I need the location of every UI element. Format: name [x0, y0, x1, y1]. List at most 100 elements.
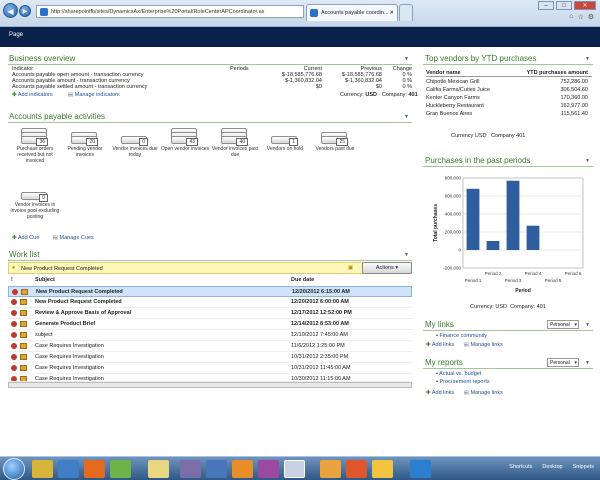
home-icon[interactable]: ⌂: [569, 13, 573, 21]
manage-links-link[interactable]: ▤ Manage links: [464, 342, 503, 348]
new-tab-button[interactable]: [399, 4, 413, 21]
priority-icon: [11, 299, 17, 305]
chevron-down-icon[interactable]: ▼: [585, 360, 590, 366]
add-links-link[interactable]: ✚ Add links: [426, 342, 454, 348]
work-list-header: ! Subject Due date: [11, 277, 315, 283]
envelope-icon: [20, 332, 27, 338]
cue-po-not-invoiced[interactable]: 36 Purchase orders received but not invo…: [9, 128, 61, 164]
alert-icon: ▣: [348, 265, 354, 271]
manage-links-link[interactable]: ▤ Manage links: [464, 390, 503, 396]
excel-icon[interactable]: [32, 460, 53, 478]
chevron-down-icon[interactable]: ▼: [404, 56, 409, 62]
report-item[interactable]: • Actual vs. budget: [436, 371, 481, 377]
personal-select[interactable]: Personal ▾: [547, 320, 579, 329]
app-icon[interactable]: [258, 460, 279, 478]
desktop-toolbar[interactable]: Desktop: [542, 464, 562, 470]
app-icon[interactable]: [180, 460, 201, 478]
info-icon: ●: [12, 265, 16, 271]
cue-invoices-due-today[interactable]: 0 Vendor invoices due today: [109, 128, 161, 158]
folder-icon[interactable]: [148, 460, 169, 478]
minimize-icon[interactable]: –: [538, 1, 554, 10]
priority-icon: [11, 354, 17, 360]
y-axis-label: Total purchases: [433, 204, 439, 242]
envelope-icon: [20, 354, 27, 360]
table-row[interactable]: New Product Request Completed 12/20/2012 …: [8, 286, 412, 297]
taskbar: Shortcuts Desktop Snippets: [0, 456, 600, 480]
my-links-title: My links: [425, 320, 454, 329]
chevron-down-icon[interactable]: ▼: [404, 114, 409, 120]
taskbar-toolbars: Shortcuts Desktop Snippets: [509, 464, 594, 470]
table-row[interactable]: New Product Request Completed 12/20/2012 …: [8, 297, 412, 308]
app-icon[interactable]: [320, 460, 341, 478]
shortcuts-toolbar[interactable]: Shortcuts: [509, 464, 532, 470]
chevron-down-icon[interactable]: ▼: [585, 56, 590, 62]
chevron-down-icon[interactable]: ▼: [404, 252, 409, 258]
table-row[interactable]: subject 12/10/2012 7:45:00 AM: [8, 330, 412, 341]
snippets-toolbar[interactable]: Snippets: [573, 464, 594, 470]
ribbon-bar: Page: [0, 27, 600, 47]
cue-vendors-past-due[interactable]: 25 Vendors past due: [309, 128, 361, 152]
y-tick-label: 600,000: [445, 194, 462, 199]
divider: [423, 330, 593, 331]
table-row[interactable]: Case Requires Investigation 10/31/2012 2:…: [8, 352, 412, 363]
tab-title: Accounts payable coordin...: [321, 10, 389, 16]
site-icon: [40, 8, 48, 16]
table-row[interactable]: Generate Product Brief 12/14/2012 8:53:00…: [8, 319, 412, 330]
add-links-link[interactable]: ✚ Add links: [426, 390, 454, 396]
document-stack-icon: 36: [21, 128, 49, 146]
cue-pending-vendor-invoices[interactable]: 20 Pending vendor invoices: [59, 128, 111, 158]
bar: [486, 241, 500, 250]
priority-icon: [12, 289, 18, 295]
maximize-icon[interactable]: □: [556, 1, 572, 10]
window-controls: – □ ✕: [538, 1, 596, 10]
cue-open-vendor-invoices[interactable]: 43 Open vendor invoices: [159, 128, 211, 152]
manage-cues-link[interactable]: ▤ Manage Cues: [53, 235, 94, 241]
app-icon[interactable]: [346, 460, 367, 478]
address-bar[interactable]: http://sharepointfb/sites/DynamicsAx/Ent…: [36, 5, 304, 18]
horizontal-scrollbar[interactable]: [8, 382, 412, 388]
table-row[interactable]: Review & Approve Basis of Approval 12/17/…: [8, 308, 412, 319]
personal-select[interactable]: Personal ▾: [547, 358, 579, 367]
document-stack-icon: 0: [21, 184, 49, 202]
app-icon[interactable]: [58, 460, 79, 478]
back-icon[interactable]: ◀: [3, 3, 18, 18]
report-item[interactable]: • Procurement reports: [436, 379, 490, 385]
add-cue-link[interactable]: ✚ Add Cue: [12, 235, 39, 241]
app-icon[interactable]: [372, 460, 393, 478]
table-row[interactable]: Case Requires Investigation 10/31/2012 11…: [8, 363, 412, 374]
chevron-down-icon[interactable]: ▼: [585, 322, 590, 328]
document-stack-icon: 1: [271, 128, 299, 146]
start-button[interactable]: [3, 458, 25, 480]
tab-accounts-payable[interactable]: Accounts payable coordin... ✕: [306, 4, 398, 21]
link-item[interactable]: • Finance community: [436, 333, 487, 339]
gear-icon[interactable]: ⚙: [588, 13, 594, 21]
actions-button[interactable]: Actions ▾: [362, 262, 412, 274]
table-row[interactable]: Case Requires Investigation 10/30/2012 11…: [8, 374, 412, 382]
envelope-icon: [20, 310, 27, 316]
app-icon[interactable]: [84, 460, 105, 478]
close-tab-icon[interactable]: ✕: [389, 5, 394, 21]
currency-company-info: Currency: USD · Company: 401: [340, 92, 418, 98]
manage-indicators-link[interactable]: ▤ Manage indicators: [68, 92, 120, 98]
app-icon[interactable]: [410, 460, 431, 478]
forward-icon[interactable]: ▶: [19, 5, 31, 17]
cue-vendors-on-hold[interactable]: 1 Vendors on hold: [259, 128, 311, 152]
cue-invoices-past-due[interactable]: 40 Vendor invoices past due: [209, 128, 261, 158]
y-tick-label: 800,000: [445, 176, 462, 181]
page-menu[interactable]: Page: [9, 32, 23, 38]
plus-icon: ✚: [426, 342, 431, 348]
cue-invoice-pool[interactable]: 0 Vendor invoices in invoice pool exclud…: [9, 184, 61, 220]
document-stack-icon: 43: [171, 128, 199, 146]
add-indicators-link[interactable]: ✚ Add indicators: [12, 92, 53, 98]
app-icon[interactable]: [206, 460, 227, 478]
chevron-down-icon[interactable]: ▼: [585, 158, 590, 164]
y-tick-label: -200,000: [443, 266, 461, 271]
my-reports-title: My reports: [425, 358, 463, 367]
ie-icon[interactable]: [284, 460, 305, 478]
close-window-icon[interactable]: ✕: [574, 1, 596, 10]
envelope-icon: [20, 343, 27, 349]
app-icon[interactable]: [110, 460, 131, 478]
table-row[interactable]: Case Requires Investigation 11/6/2012 1:2…: [8, 341, 412, 352]
app-icon[interactable]: [232, 460, 253, 478]
favorites-icon[interactable]: ☆: [577, 13, 583, 21]
